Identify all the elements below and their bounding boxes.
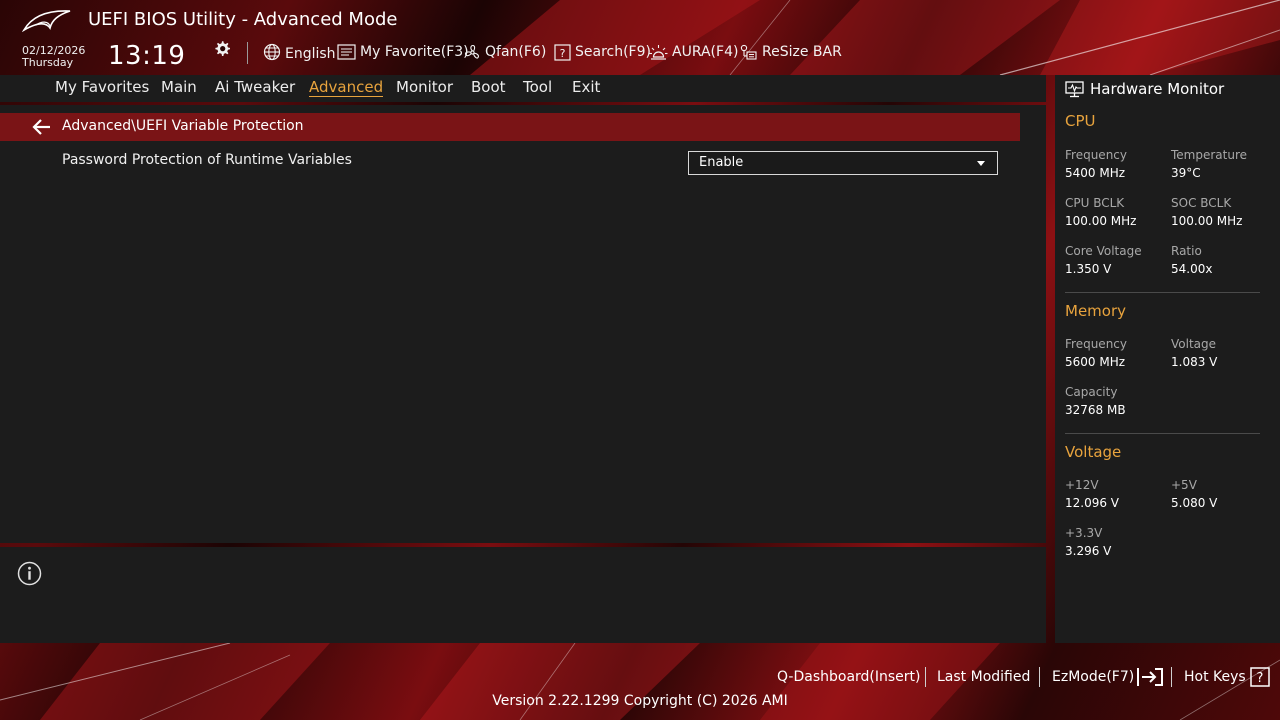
- aura-label: AURA(F4): [672, 44, 739, 60]
- tab-ai-tweaker[interactable]: Ai Tweaker: [215, 78, 295, 96]
- password-protection-select[interactable]: Enable: [688, 151, 998, 175]
- memory-frequency-label: Frequency: [1065, 337, 1127, 351]
- memory-heading: Memory: [1065, 302, 1127, 320]
- app-title: UEFI BIOS Utility - Advanced Mode: [88, 9, 398, 30]
- aura-button[interactable]: AURA(F4): [649, 41, 738, 63]
- v33-label: +3.3V: [1065, 526, 1103, 540]
- tab-boot[interactable]: Boot: [471, 78, 506, 96]
- rog-logo-icon: [22, 10, 71, 33]
- memory-capacity-label: Capacity: [1065, 385, 1118, 399]
- memory-frequency-value: 5600 MHz: [1065, 355, 1126, 369]
- svg-text:?: ?: [1256, 671, 1263, 686]
- resize-bar-label: ReSize BAR: [762, 44, 842, 60]
- hardware-monitor-header: Hardware Monitor: [1065, 79, 1224, 99]
- select-value: Enable: [699, 155, 744, 170]
- core-voltage-label: Core Voltage: [1065, 244, 1142, 258]
- help-icon: ?: [1249, 667, 1270, 687]
- qfan-label: Qfan(F6): [485, 44, 547, 60]
- hw-divider: [1065, 292, 1260, 293]
- cpu-temperature-label: Temperature: [1171, 148, 1248, 162]
- cpu-temperature-value: 39°C: [1171, 166, 1201, 180]
- fan-icon: [464, 44, 479, 59]
- v5-value: 5.080 V: [1171, 496, 1218, 510]
- cpu-frequency-value: 5400 MHz: [1065, 166, 1126, 180]
- voltage-heading: Voltage: [1065, 443, 1122, 461]
- qfan-button[interactable]: Qfan(F6): [464, 41, 546, 63]
- language-button[interactable]: English: [263, 41, 336, 63]
- memory-voltage-label: Voltage: [1171, 337, 1217, 351]
- header-divider: [247, 42, 248, 64]
- last-modified-label: Last Modified: [937, 669, 1031, 685]
- cpu-frequency-label: Frequency: [1065, 148, 1127, 162]
- cpu-heading: CPU: [1065, 112, 1096, 130]
- v5-label: +5V: [1171, 478, 1197, 492]
- gear-icon[interactable]: [212, 39, 232, 59]
- clock-display[interactable]: 13:19: [108, 41, 185, 71]
- footer: Q-Dashboard(Insert) Last Modified EzMode…: [0, 643, 1280, 720]
- ezmode-label: EzMode(F7): [1052, 669, 1135, 685]
- info-icon: [17, 561, 42, 586]
- q-dashboard-button[interactable]: Q-Dashboard(Insert): [777, 667, 921, 687]
- main-tab-bar: My Favorites Main Ai Tweaker Advanced Mo…: [0, 75, 1046, 102]
- setting-label-password-protection: Password Protection of Runtime Variables: [62, 152, 352, 168]
- search-button[interactable]: ? Search(F9): [554, 41, 651, 63]
- favorite-list-icon: [337, 44, 356, 60]
- breadcrumb: Advanced\UEFI Variable Protection: [0, 113, 1020, 141]
- footer-divider: [1039, 667, 1040, 687]
- footer-divider: [925, 667, 926, 687]
- help-info-panel: [0, 547, 1046, 643]
- language-label: English: [285, 45, 336, 62]
- v33-value: 3.296 V: [1065, 544, 1112, 558]
- my-favorite-button[interactable]: My Favorite(F3): [337, 41, 469, 63]
- hardware-monitor-title: Hardware Monitor: [1090, 80, 1225, 98]
- v12-value: 12.096 V: [1065, 496, 1120, 510]
- q-dashboard-label: Q-Dashboard(Insert): [777, 669, 921, 685]
- tab-monitor[interactable]: Monitor: [396, 78, 453, 96]
- tab-main[interactable]: Main: [161, 78, 197, 96]
- my-favorite-label: My Favorite(F3): [360, 44, 469, 60]
- cpu-bclk-value: 100.00 MHz: [1065, 214, 1137, 228]
- chevron-down-icon: [977, 161, 985, 166]
- monitor-icon: [1065, 80, 1084, 97]
- resize-bar-button[interactable]: ReSize BAR: [740, 41, 842, 63]
- last-modified-button[interactable]: Last Modified: [937, 667, 1030, 687]
- tab-exit[interactable]: Exit: [572, 78, 600, 96]
- header: UEFI BIOS Utility - Advanced Mode 02/12/…: [0, 0, 1280, 75]
- search-help-icon: ?: [554, 43, 571, 61]
- hw-divider: [1065, 433, 1260, 434]
- core-voltage-value: 1.350 V: [1065, 262, 1112, 276]
- breadcrumb-path: Advanced\UEFI Variable Protection: [62, 118, 304, 134]
- tab-tool[interactable]: Tool: [523, 78, 552, 96]
- hot-keys-label: Hot Keys: [1184, 669, 1246, 685]
- hot-keys-button[interactable]: Hot Keys ?: [1184, 667, 1270, 687]
- search-label: Search(F9): [575, 44, 651, 60]
- settings-panel: Advanced\UEFI Variable Protection Passwo…: [0, 105, 1046, 543]
- aura-light-icon: [649, 44, 668, 60]
- ratio-value: 54.00x: [1171, 262, 1213, 276]
- soc-bclk-label: SOC BCLK: [1171, 196, 1232, 210]
- ratio-label: Ratio: [1171, 244, 1202, 258]
- globe-icon: [263, 43, 281, 61]
- version-text: Version 2.22.1299 Copyright (C) 2026 AMI: [492, 693, 788, 709]
- tab-my-favorites[interactable]: My Favorites: [55, 78, 149, 96]
- cpu-bclk-label: CPU BCLK: [1065, 196, 1125, 210]
- back-arrow-icon[interactable]: [31, 118, 51, 136]
- ezmode-button[interactable]: EzMode(F7): [1052, 667, 1164, 687]
- footer-divider: [1171, 667, 1172, 687]
- exit-to-ezmode-icon: [1137, 668, 1164, 686]
- memory-capacity-value: 32768 MB: [1065, 403, 1126, 417]
- soc-bclk-value: 100.00 MHz: [1171, 214, 1243, 228]
- hardware-monitor-panel: Hardware Monitor CPU Frequency 5400 MHz …: [1055, 75, 1280, 643]
- memory-voltage-value: 1.083 V: [1171, 355, 1218, 369]
- tab-advanced[interactable]: Advanced: [309, 78, 384, 97]
- v12-label: +12V: [1065, 478, 1099, 492]
- weekday-display: Thursday: [22, 56, 74, 69]
- resize-bar-icon: [740, 44, 757, 60]
- svg-text:?: ?: [560, 46, 566, 59]
